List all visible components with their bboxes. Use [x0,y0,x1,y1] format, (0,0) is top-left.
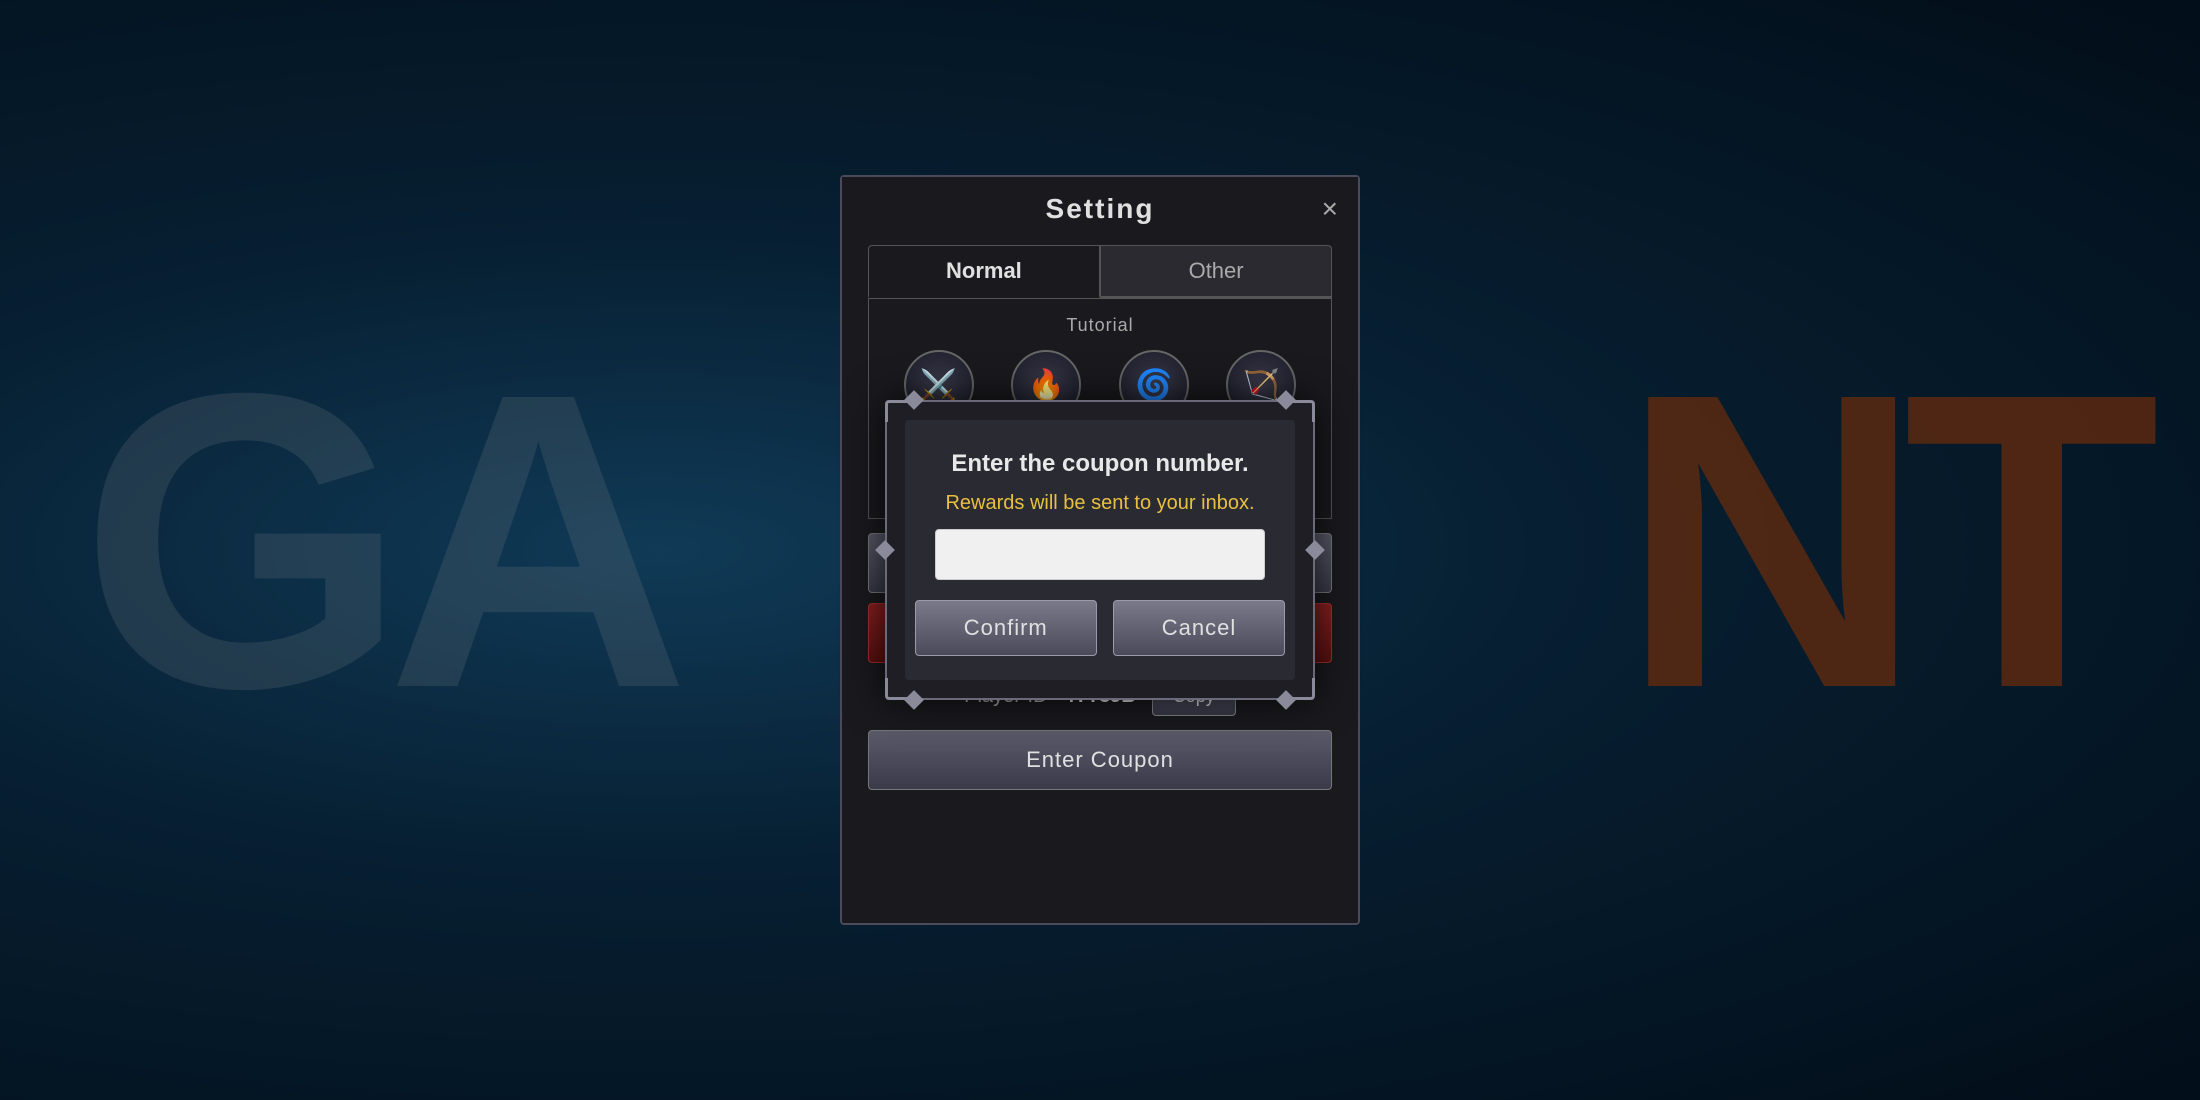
cancel-button[interactable]: Cancel [1113,600,1285,656]
modal-corner-tr [1293,400,1315,422]
modal-inner: Enter the coupon number. Rewards will be… [905,420,1295,680]
modal-buttons: Confirm Cancel [915,600,1286,656]
modal-box: Enter the coupon number. Rewards will be… [885,400,1315,700]
modal-overlay: Enter the coupon number. Rewards will be… [0,0,2200,1100]
modal-diamond-left [875,540,895,560]
modal-diamond-top-left [904,390,924,410]
modal-corner-bl [885,678,907,700]
modal-diamond-bottom-left [904,690,924,710]
modal-diamond-right [1305,540,1325,560]
confirm-button[interactable]: Confirm [915,600,1097,656]
coupon-input[interactable] [935,529,1265,580]
modal-corner-tl [885,400,907,422]
modal-corner-br [1293,678,1315,700]
modal-title: Enter the coupon number. [951,450,1248,478]
modal-subtitle: Rewards will be sent to your inbox. [945,492,1254,515]
